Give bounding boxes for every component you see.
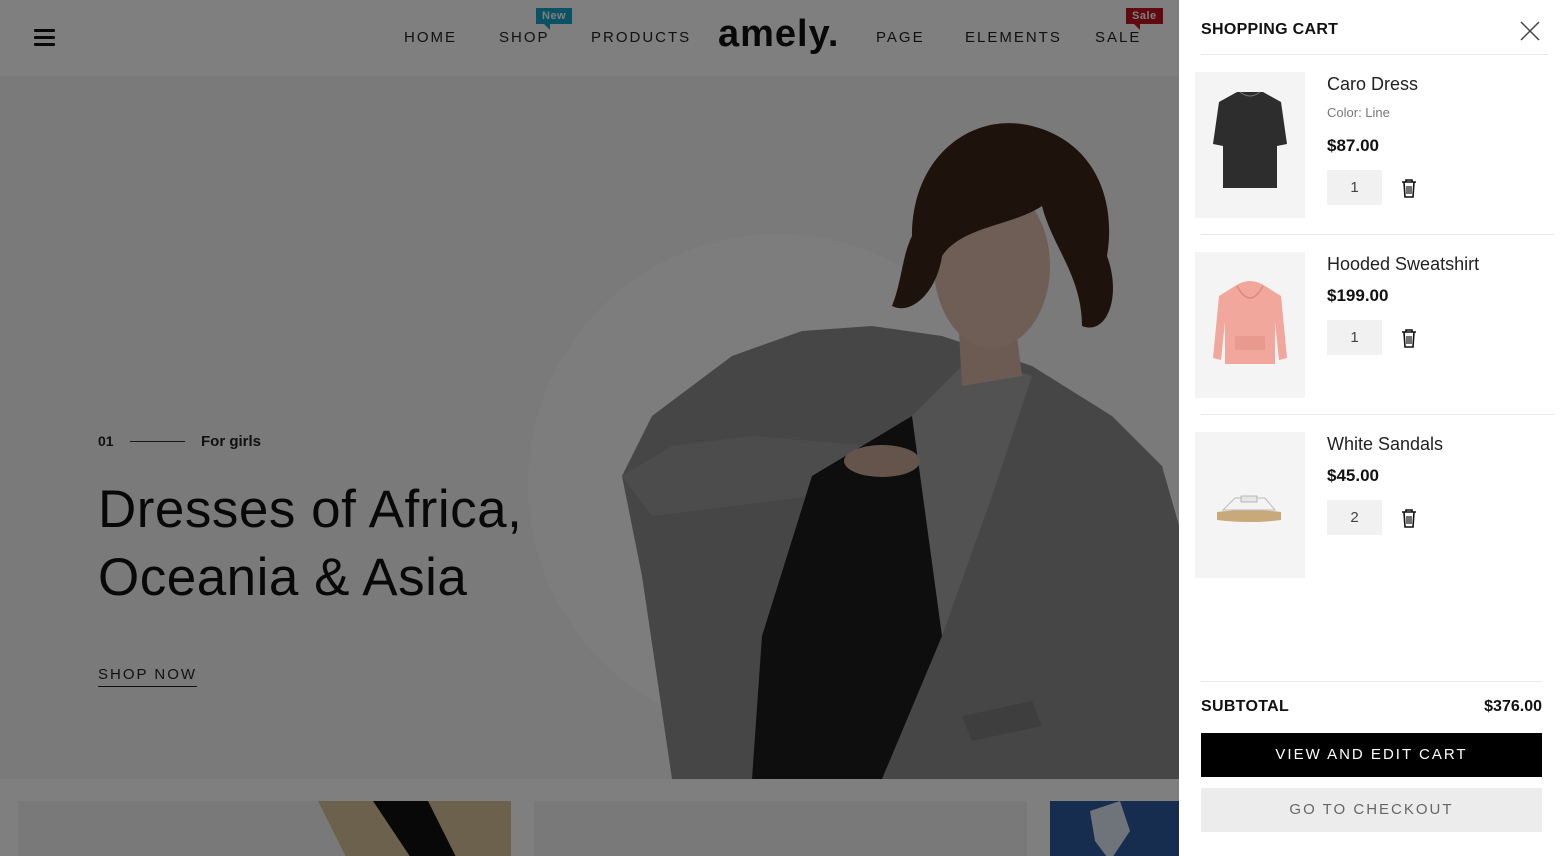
cart-title: SHOPPING CART — [1201, 21, 1339, 38]
trash-icon[interactable] — [1400, 178, 1418, 198]
item-price: $45.00 — [1327, 466, 1379, 485]
item-name[interactable]: Hooded Sweatshirt — [1327, 254, 1479, 275]
close-icon[interactable] — [1518, 19, 1542, 43]
dress-image[interactable] — [1195, 72, 1305, 218]
modal-overlay[interactable] — [0, 0, 1179, 856]
cart-divider — [1201, 681, 1542, 682]
sweatshirt-image[interactable] — [1195, 252, 1305, 398]
item-price: $87.00 — [1327, 136, 1379, 155]
quantity-input[interactable]: 2 — [1327, 500, 1382, 535]
trash-icon[interactable] — [1400, 508, 1418, 528]
item-price: $199.00 — [1327, 286, 1389, 305]
quantity-input[interactable]: 1 — [1327, 170, 1382, 205]
trash-icon[interactable] — [1400, 328, 1418, 348]
checkout-button[interactable]: GO TO CHECKOUT — [1201, 788, 1542, 832]
sandals-image[interactable] — [1195, 432, 1305, 578]
item-name[interactable]: Caro Dress — [1327, 74, 1418, 95]
subtotal-value: $376.00 — [1484, 698, 1542, 715]
cart-divider — [1201, 234, 1554, 235]
cart-divider — [1201, 414, 1554, 415]
item-name[interactable]: White Sandals — [1327, 434, 1443, 455]
quantity-input[interactable]: 1 — [1327, 320, 1382, 355]
view-cart-button[interactable]: VIEW AND EDIT CART — [1201, 733, 1542, 777]
shopping-cart-drawer: SHOPPING CART Caro Dress Color: Line $87… — [1179, 0, 1566, 856]
subtotal-label: SUBTOTAL — [1201, 698, 1290, 715]
cart-divider — [1201, 54, 1548, 55]
item-color: Color: Line — [1327, 105, 1390, 120]
